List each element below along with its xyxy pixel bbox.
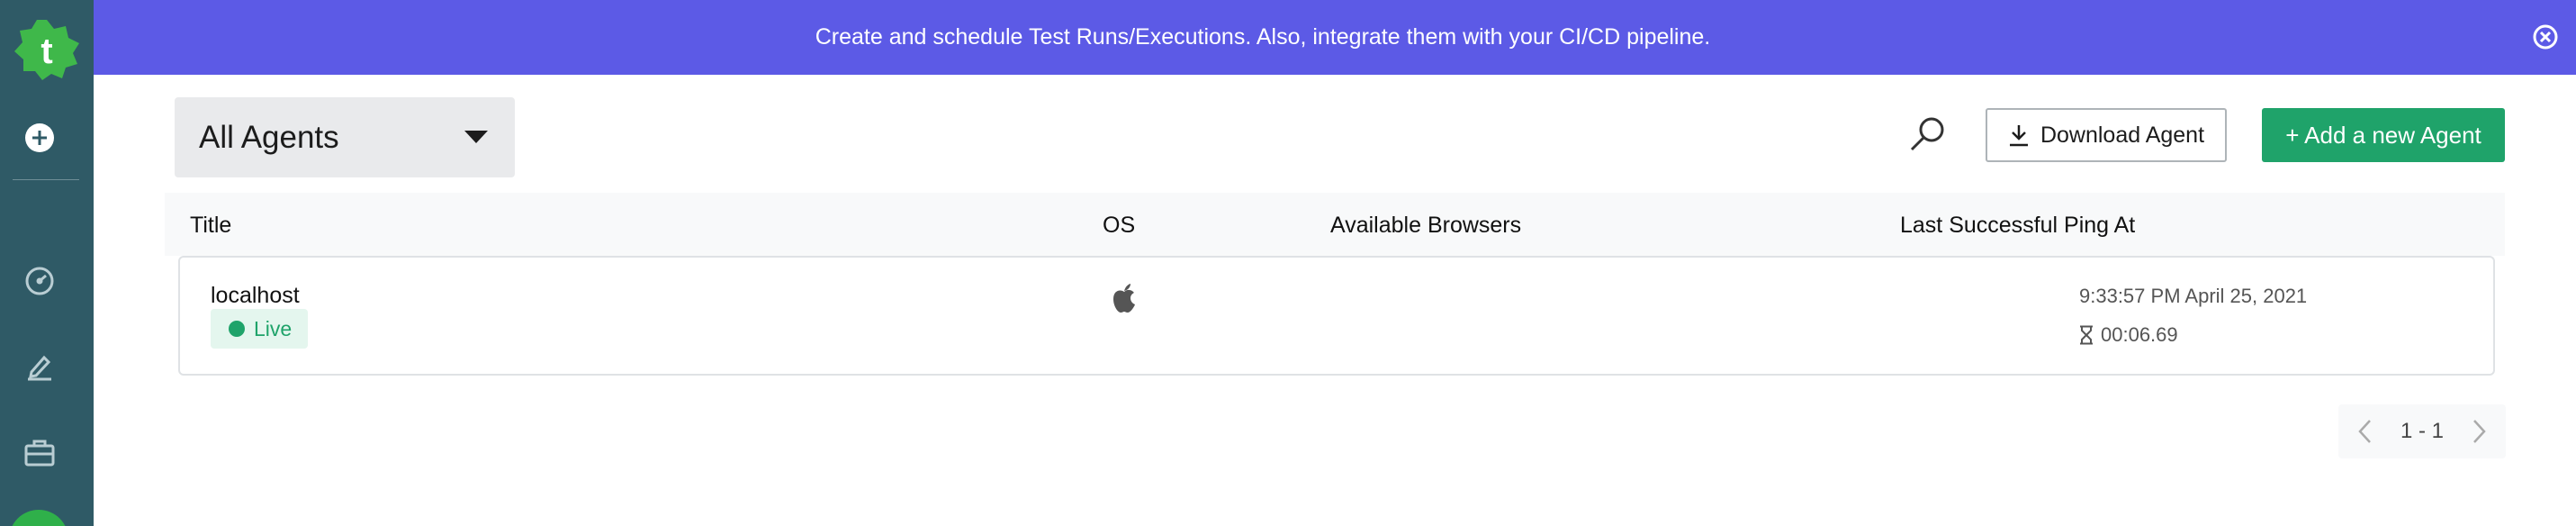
search-icon[interactable]	[1906, 113, 1948, 155]
table-header: Title OS Available Browsers Last Success…	[165, 193, 2505, 256]
svg-text:t: t	[41, 32, 52, 71]
banner-text: Create and schedule Test Runs/Executions…	[815, 24, 1711, 50]
column-header-title[interactable]: Title	[190, 213, 231, 239]
sidebar: t	[0, 0, 94, 526]
chevron-right-icon[interactable]	[2470, 418, 2488, 445]
pagination-range: 1 - 1	[2400, 419, 2445, 443]
column-header-browsers[interactable]: Available Browsers	[1330, 213, 1521, 239]
app-logo[interactable]: t	[13, 18, 81, 81]
ping-duration: 00:06.69	[2079, 323, 2178, 347]
dashboard-gauge-icon[interactable]	[22, 263, 58, 299]
status-label: Live	[254, 316, 293, 340]
table-row[interactable]: localhost Live 9:33:57 PM April 25, 2021…	[178, 256, 2495, 376]
close-circle-icon[interactable]	[2533, 24, 2558, 50]
ping-duration-value: 00:06.69	[2101, 323, 2178, 346]
pagination: 1 - 1	[2338, 404, 2506, 458]
status-badge: Live	[211, 309, 309, 349]
column-header-os[interactable]: OS	[1103, 213, 1135, 239]
download-agent-label: Download Agent	[2040, 122, 2205, 148]
sidebar-divider	[13, 179, 79, 180]
agent-filter-select[interactable]: All Agents	[175, 97, 515, 177]
add-agent-label: + Add a new Agent	[2285, 121, 2481, 149]
hourglass-icon	[2080, 325, 2093, 345]
apple-icon	[1113, 284, 1135, 313]
agent-filter-value: All Agents	[199, 119, 339, 155]
agent-title[interactable]: localhost	[211, 283, 300, 309]
add-circle-icon[interactable]	[22, 120, 58, 156]
chevron-left-icon[interactable]	[2356, 418, 2374, 445]
caret-down-icon	[464, 131, 488, 143]
download-icon	[2009, 125, 2028, 147]
add-agent-button[interactable]: + Add a new Agent	[2262, 108, 2505, 162]
info-banner: Create and schedule Test Runs/Executions…	[94, 0, 2576, 75]
status-dot	[229, 321, 245, 337]
edit-pencil-icon[interactable]	[22, 348, 58, 384]
chat-bubble-icon[interactable]	[9, 510, 68, 526]
briefcase-icon[interactable]	[22, 434, 58, 470]
download-agent-button[interactable]: Download Agent	[1986, 108, 2227, 162]
column-header-last-ping[interactable]: Last Successful Ping At	[1900, 213, 2135, 239]
last-ping-time: 9:33:57 PM April 25, 2021	[2079, 285, 2308, 307]
